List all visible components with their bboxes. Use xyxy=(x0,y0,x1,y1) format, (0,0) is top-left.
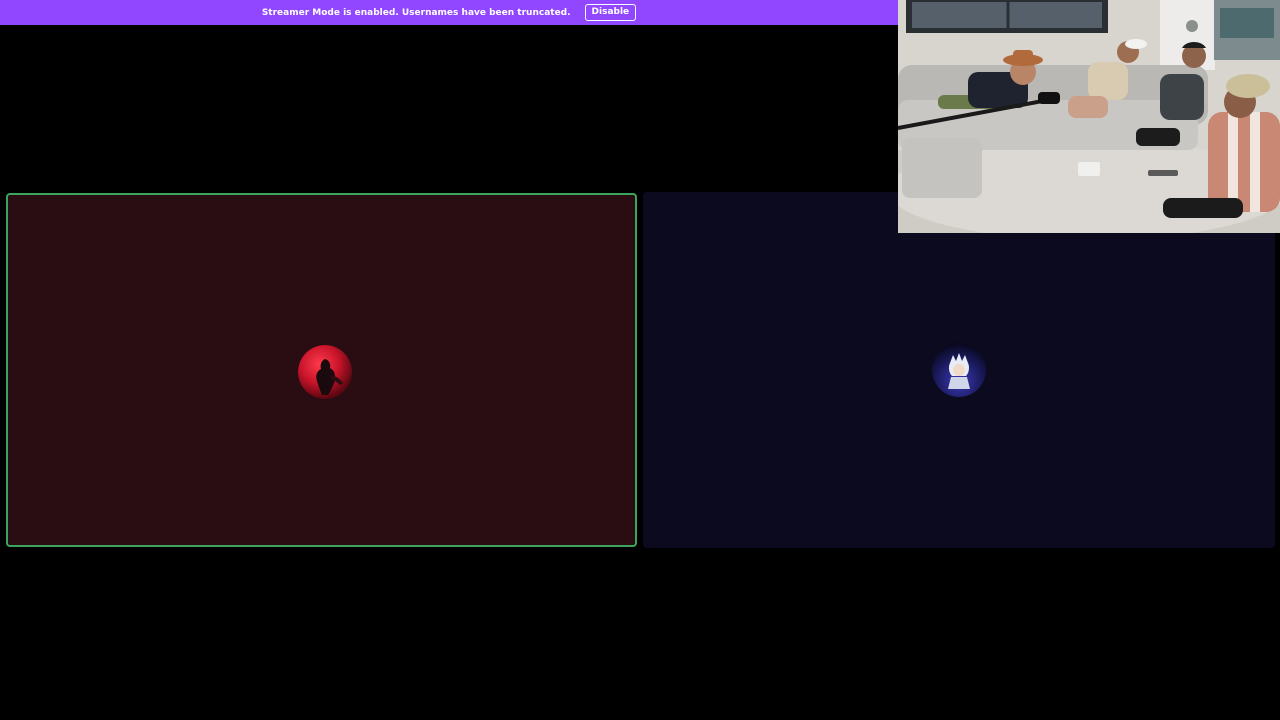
webcam-overlay xyxy=(898,0,1280,233)
video-call-page: Streamer Mode is enabled. Usernames have… xyxy=(0,0,1280,720)
participant-tile-2[interactable] xyxy=(643,192,1275,548)
disable-streamer-mode-button[interactable]: Disable xyxy=(584,4,637,21)
webcam-feed-image xyxy=(898,0,1280,233)
streamer-mode-banner: Streamer Mode is enabled. Usernames have… xyxy=(0,0,898,25)
participant-tile-1[interactable] xyxy=(6,193,637,547)
red-moon-avatar-icon xyxy=(298,345,352,399)
streamer-mode-message: Streamer Mode is enabled. Usernames have… xyxy=(261,7,571,18)
participant-avatar-1 xyxy=(298,345,352,399)
white-haired-character-avatar-icon xyxy=(932,343,986,397)
participant-avatar-2 xyxy=(932,343,986,397)
